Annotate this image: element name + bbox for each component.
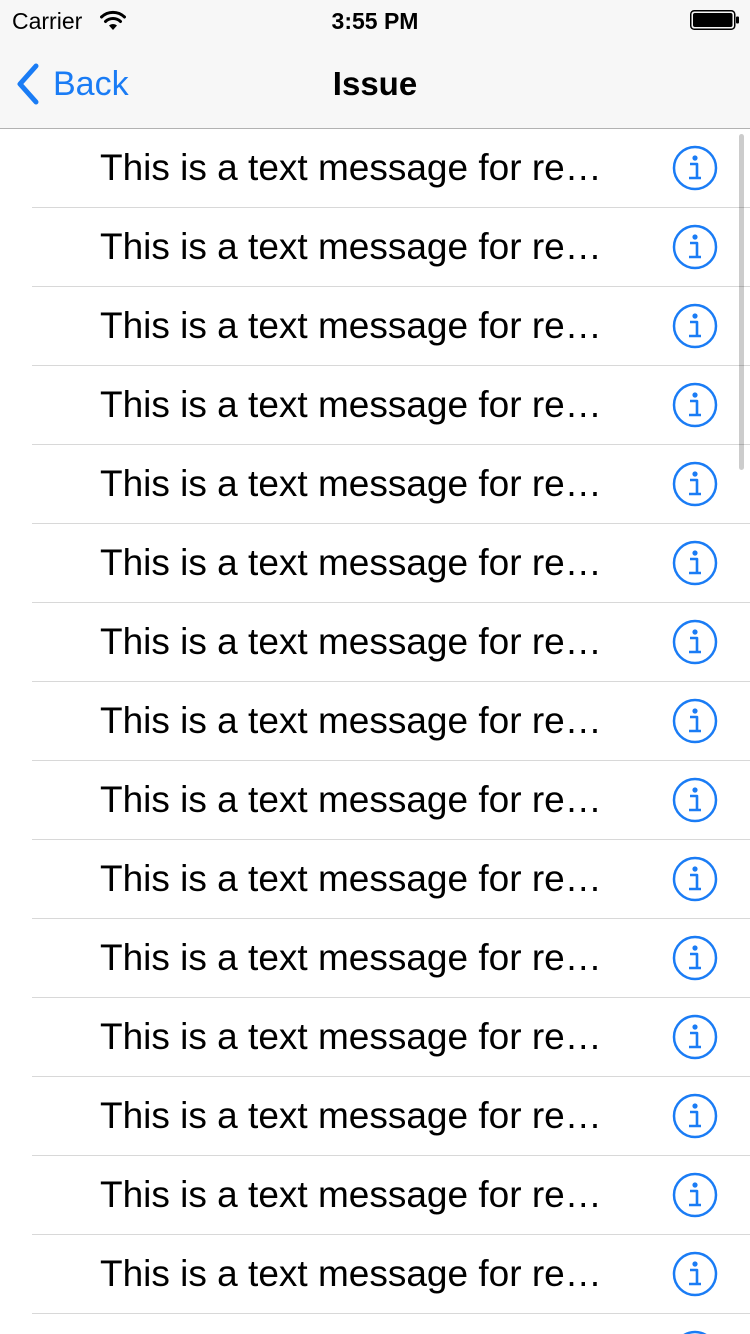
info-icon[interactable] (672, 1330, 718, 1334)
table-row[interactable]: This is a text message for re… (32, 208, 750, 287)
row-message-text: This is a text message for re… (100, 463, 602, 504)
info-icon[interactable] (672, 540, 718, 586)
row-message-text: This is a text message for re… (100, 937, 602, 978)
table-row[interactable]: This is a text message for re… (32, 919, 750, 998)
row-message-text: This is a text message for re… (100, 858, 602, 899)
navigation-bar: Back Issue (0, 40, 750, 128)
row-message-text: This is a text message for re… (100, 1095, 602, 1136)
info-icon[interactable] (672, 224, 718, 270)
row-message-text: This is a text message for re… (100, 1174, 602, 1215)
row-message-text: This is a text message for re… (100, 1253, 602, 1294)
info-icon[interactable] (672, 382, 718, 428)
row-message-text: This is a text message for re… (100, 305, 602, 346)
info-icon[interactable] (672, 698, 718, 744)
info-icon[interactable] (672, 777, 718, 823)
battery-icon (690, 10, 740, 30)
info-icon[interactable] (672, 856, 718, 902)
page-title: Issue (332, 65, 418, 102)
row-message-text: This is a text message for re… (100, 542, 602, 583)
table-row[interactable] (32, 1314, 750, 1334)
info-icon[interactable] (672, 619, 718, 665)
row-message-text: This is a text message for re… (100, 779, 602, 820)
table-row[interactable]: This is a text message for re… (32, 1156, 750, 1235)
info-icon[interactable] (672, 1172, 718, 1218)
screen: Carrier 3:55 PM Back Issue This is a tex… (0, 0, 750, 1334)
table-row[interactable]: This is a text message for re… (32, 682, 750, 761)
info-icon[interactable] (672, 1093, 718, 1139)
table-row[interactable]: This is a text message for re… (32, 129, 750, 208)
table-row[interactable]: This is a text message for re… (32, 287, 750, 366)
table-row[interactable]: This is a text message for re… (32, 1235, 750, 1314)
row-message-text: This is a text message for re… (100, 226, 602, 267)
table-row[interactable]: This is a text message for re… (32, 445, 750, 524)
info-icon[interactable] (672, 145, 718, 191)
table-row[interactable]: This is a text message for re… (32, 840, 750, 919)
info-icon[interactable] (672, 461, 718, 507)
row-message-text: This is a text message for re… (100, 621, 602, 662)
table-row[interactable]: This is a text message for re… (32, 1077, 750, 1156)
row-message-text: This is a text message for re… (100, 1016, 602, 1057)
info-icon[interactable] (672, 1014, 718, 1060)
scroll-indicator[interactable] (739, 134, 744, 470)
info-icon[interactable] (672, 1251, 718, 1297)
row-message-text: This is a text message for re… (100, 147, 602, 188)
table-row[interactable]: This is a text message for re… (32, 603, 750, 682)
table-row[interactable]: This is a text message for re… (32, 524, 750, 603)
status-bar: Carrier 3:55 PM (0, 0, 750, 40)
info-icon[interactable] (672, 303, 718, 349)
table-row[interactable]: This is a text message for re… (32, 998, 750, 1077)
row-message-text: This is a text message for re… (100, 700, 602, 741)
message-list[interactable]: This is a text message for re… This is a … (0, 129, 750, 1334)
status-time: 3:55 PM (331, 8, 419, 34)
row-message-text (100, 1314, 620, 1334)
row-message-text: This is a text message for re… (100, 384, 602, 425)
top-bar: Carrier 3:55 PM Back Issue (0, 0, 750, 129)
info-icon[interactable] (672, 935, 718, 981)
table-row[interactable]: This is a text message for re… (32, 761, 750, 840)
table-row[interactable]: This is a text message for re… (32, 366, 750, 445)
